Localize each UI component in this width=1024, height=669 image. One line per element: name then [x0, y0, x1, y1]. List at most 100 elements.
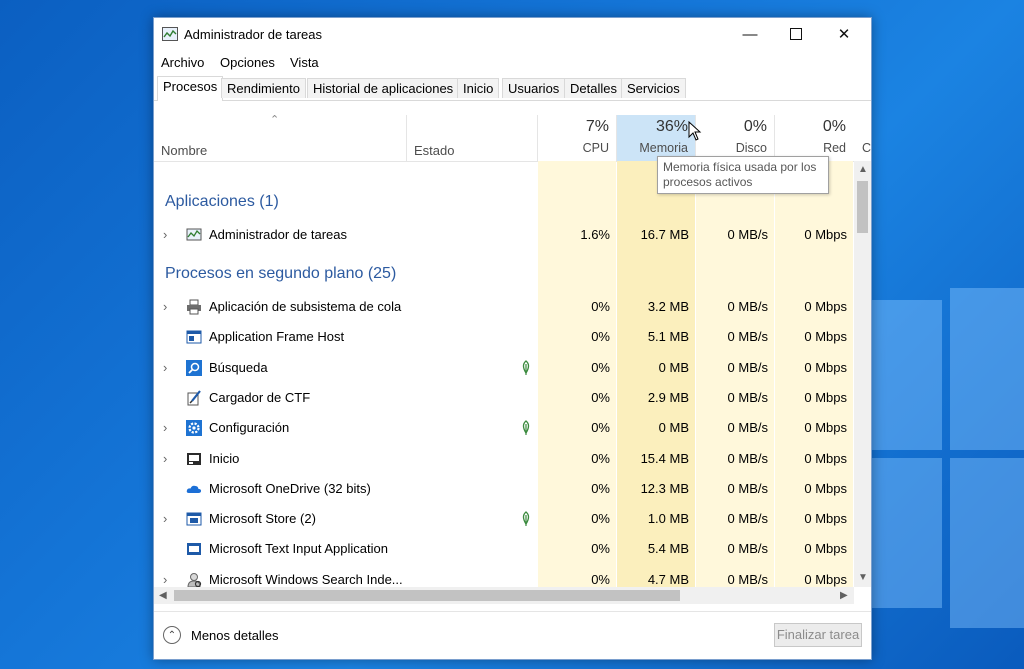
column-disk[interactable]: 0% Disco [696, 115, 774, 161]
tab-procesos[interactable]: Procesos [157, 76, 224, 101]
table-row[interactable]: › Inicio 0% 15.4 MB 0 MB/s 0 Mbps [154, 444, 854, 474]
menu-opciones[interactable]: Opciones [220, 55, 275, 70]
column-network[interactable]: 0% Red [775, 115, 853, 161]
memory-cell: 16.7 MB [640, 227, 689, 242]
table-row[interactable]: › Aplicación de subsistema de cola 0% 3.2 M… [154, 292, 854, 322]
process-name: Microsoft Windows Search Inde... [209, 571, 403, 587]
column-status[interactable]: Estado [407, 115, 537, 161]
maximize-button[interactable] [773, 18, 819, 50]
tab-inicio[interactable]: Inicio [457, 78, 500, 98]
scroll-left-icon[interactable]: ◀ [159, 590, 167, 601]
close-button[interactable]: ✕ [821, 18, 867, 50]
tooltip-line: procesos activos [663, 175, 753, 189]
scroll-up-icon[interactable]: ▲ [858, 164, 868, 175]
table-row[interactable]: › Búsqueda 0% 0 MB 0 MB/s 0 Mbps [154, 353, 854, 383]
memory-tooltip: Memoria física usada por los procesos ac… [657, 156, 829, 194]
table-row[interactable]: Application Frame Host 0% 5.1 MB 0 MB/s 0 Mb… [154, 322, 854, 352]
tab-bar: Procesos Rendimiento Historial de aplica… [154, 76, 871, 101]
process-name: Microsoft Store (2) [209, 511, 316, 527]
network-cell: 0 Mbps [804, 329, 847, 345]
table-row[interactable]: Cargador de CTF 0% 2.9 MB 0 MB/s 0 Mbps [154, 383, 854, 413]
chevron-right-icon[interactable]: › [163, 511, 167, 526]
tooltip-line: Memoria física usada por los [663, 160, 817, 174]
memory-total: 36% [655, 118, 688, 135]
column-memory[interactable]: 36% Memoria [617, 115, 695, 161]
network-cell: 0 Mbps [804, 420, 847, 436]
memory-cell: 0 MB [658, 420, 689, 436]
scroll-right-icon[interactable]: ▶ [840, 590, 848, 601]
table-row[interactable]: Microsoft Text Input Application 0% 5.4 MB… [154, 534, 854, 564]
disk-cell: 0 MB/s [727, 480, 768, 496]
tab-rendimiento[interactable]: Rendimiento [221, 78, 306, 98]
table-row[interactable]: › Administrador de tareas 1.6% 16.7 MB 0 MB/… [154, 220, 854, 250]
table-row[interactable]: › Microsoft Windows Search Inde... 0% 4.7 M… [154, 565, 854, 587]
minimize-button[interactable]: — [727, 18, 773, 50]
chevron-right-icon[interactable]: › [163, 227, 167, 242]
memory-cell: 12.3 MB [640, 480, 689, 496]
disk-cell: 0 MB/s [727, 227, 768, 242]
chevron-right-icon[interactable]: › [163, 299, 167, 314]
column-divider[interactable] [406, 115, 407, 161]
process-name: Búsqueda [209, 359, 268, 375]
chevron-right-icon[interactable]: › [163, 451, 167, 466]
vertical-scrollbar[interactable]: ▲ ▼ [854, 161, 871, 587]
disk-cell: 0 MB/s [727, 329, 768, 345]
cpu-cell: 0% [591, 541, 610, 557]
process-name: Microsoft OneDrive (32 bits) [209, 480, 371, 496]
process-name: Microsoft Text Input Application [209, 541, 388, 557]
chevron-right-icon[interactable]: › [163, 420, 167, 435]
horizontal-scroll-thumb[interactable] [174, 590, 680, 601]
task-manager-icon [186, 227, 202, 243]
cpu-cell: 1.6% [580, 227, 610, 242]
process-name: Administrador de tareas [209, 227, 348, 242]
memory-cell: 0 MB [658, 359, 689, 375]
network-cell: 0 Mbps [804, 227, 847, 242]
window-title: Administrador de tareas [184, 27, 323, 42]
disk-cell: 0 MB/s [727, 541, 768, 557]
network-cell: 0 Mbps [804, 480, 847, 496]
network-cell: 0 Mbps [804, 389, 847, 405]
cpu-cell: 0% [591, 480, 610, 496]
chevron-right-icon[interactable]: › [163, 360, 167, 375]
menu-vista[interactable]: Vista [290, 55, 319, 70]
menu-archivo[interactable]: Archivo [161, 55, 204, 70]
text-input-icon [186, 541, 202, 557]
end-task-button[interactable]: Finalizar tarea [774, 623, 862, 647]
section-header-background[interactable]: Procesos en segundo plano (25) [154, 259, 854, 289]
windows-logo-icon [872, 288, 1024, 669]
memory-cell: 15.4 MB [640, 450, 689, 466]
horizontal-scrollbar[interactable]: ◀ ▶ [154, 587, 854, 604]
start-icon [186, 451, 202, 467]
table-row[interactable]: › Configuración 0% 0 MB 0 MB/s 0 Mbps [154, 413, 854, 443]
printer-icon [186, 299, 202, 315]
disk-total: 0% [743, 118, 767, 135]
column-cpu[interactable]: 7% CPU [538, 115, 616, 161]
title-bar[interactable]: Administrador de tareas — ✕ [154, 18, 871, 50]
process-name: Aplicación de subsistema de cola [209, 299, 402, 314]
memory-cell: 1.0 MB [647, 511, 689, 527]
disk-cell: 0 MB/s [727, 420, 768, 436]
tab-usuarios[interactable]: Usuarios [502, 78, 566, 98]
search-indexer-icon [186, 572, 202, 587]
table-row[interactable]: › Microsoft Store (2) 0% 1.0 MB 0 MB/s 0 Mbps [154, 504, 854, 534]
column-divider[interactable] [774, 115, 775, 161]
cpu-label: CPU [582, 141, 609, 155]
process-name: Configuración [209, 420, 290, 436]
tab-historial[interactable]: Historial de aplicaciones [307, 78, 460, 98]
disk-cell: 0 MB/s [727, 389, 768, 405]
search-icon [186, 359, 202, 376]
column-name-label: Nombre [161, 143, 208, 158]
tab-detalles[interactable]: Detalles [564, 78, 623, 98]
tab-servicios[interactable]: Servicios [621, 78, 686, 98]
column-divider[interactable] [616, 115, 617, 161]
network-cell: 0 Mbps [804, 359, 847, 375]
column-name[interactable]: Nombre [154, 115, 406, 161]
scroll-down-icon[interactable]: ▼ [858, 572, 868, 583]
column-divider[interactable] [537, 115, 538, 161]
vertical-scroll-thumb[interactable] [857, 181, 868, 233]
cpu-cell: 0% [591, 450, 610, 466]
table-row[interactable]: Microsoft OneDrive (32 bits) 0% 12.3 MB 0 M… [154, 474, 854, 504]
network-total: 0% [822, 118, 846, 135]
chevron-right-icon[interactable]: › [163, 572, 167, 587]
disk-cell: 0 MB/s [727, 299, 768, 314]
